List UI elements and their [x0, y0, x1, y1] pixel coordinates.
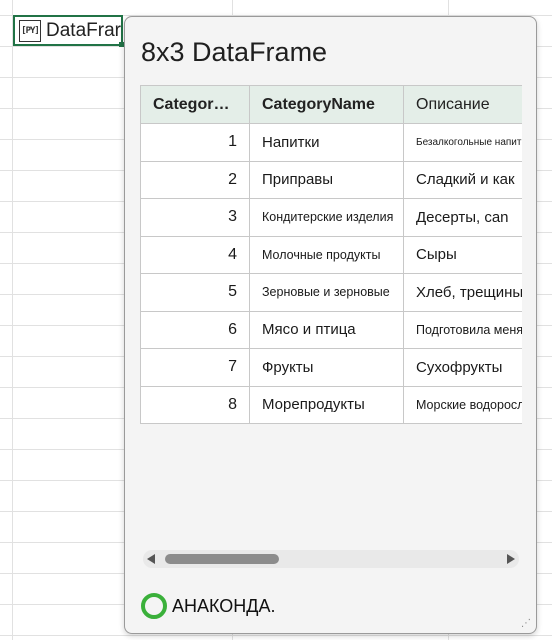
grid-column-line	[12, 0, 13, 640]
table-row: 5 Зерновые и зерновые Хлеб, трещины	[140, 273, 522, 312]
cell-desc: Сыры	[403, 235, 522, 274]
scrollbar-thumb[interactable]	[165, 554, 279, 564]
cell-name: Морепродукты	[249, 385, 404, 424]
cell-desc: Сухофрукты	[403, 348, 522, 387]
table-row: 8 Морепродукты Морские водоросли и	[140, 385, 522, 424]
table-row: 2 Приправы Сладкий и как	[140, 160, 522, 199]
cell-id: 2	[140, 160, 250, 199]
card-footer: АНАКОНДА.	[141, 593, 276, 619]
cell-id: 7	[140, 348, 250, 387]
scroll-left-icon[interactable]	[147, 554, 155, 564]
scroll-right-icon[interactable]	[507, 554, 515, 564]
cell-desc: Десерты, can	[403, 198, 522, 237]
cell-name: Молочные продукты	[249, 235, 404, 274]
cell-name: Фрукты	[249, 348, 404, 387]
cell-value: DataFrar	[46, 19, 121, 41]
cell-desc: Сладкий и как	[403, 160, 522, 199]
column-header-category-id[interactable]: Categor…	[140, 85, 250, 124]
dataframe-table: Categor… CategoryName Описание 1 Напитки…	[140, 85, 522, 424]
cell-id: 1	[140, 123, 250, 162]
dataframe-card: 8x3 DataFrame Categor… CategoryName Опис…	[124, 16, 537, 634]
card-title: 8x3 DataFrame	[141, 37, 328, 67]
table-row: 1 Напитки Безалкогольные напитки, с	[140, 123, 522, 162]
resize-grip-icon[interactable]: ⋰	[521, 618, 531, 629]
cell-id: 3	[140, 198, 250, 237]
cell-desc: Подготовила меня;	[403, 310, 522, 349]
python-icon[interactable]: [PY]	[19, 19, 41, 42]
table-row: 3 Кондитерские изделия Десерты, can	[140, 198, 522, 237]
selected-cell[interactable]: [PY] DataFrar	[13, 15, 123, 46]
cell-name: Мясо и птица	[249, 310, 404, 349]
cell-id: 5	[140, 273, 250, 312]
anaconda-icon	[141, 593, 167, 619]
footer-label: АНАКОНДА.	[172, 595, 276, 616]
table-row: 4 Молочные продукты Сыры	[140, 235, 522, 274]
table-header-row: Categor… CategoryName Описание	[140, 85, 522, 124]
cell-id: 6	[140, 310, 250, 349]
grid-row-line	[0, 635, 552, 636]
dataframe-table-viewport[interactable]: Categor… CategoryName Описание 1 Напитки…	[140, 85, 522, 440]
cell-name: Кондитерские изделия	[249, 198, 404, 237]
cell-id: 4	[140, 235, 250, 274]
horizontal-scrollbar[interactable]	[143, 550, 519, 568]
table-row: 7 Фрукты Сухофрукты	[140, 348, 522, 387]
column-header-category-name[interactable]: CategoryName	[249, 85, 404, 124]
cell-name: Зерновые и зерновые	[249, 273, 404, 312]
cell-name: Приправы	[249, 160, 404, 199]
column-header-description[interactable]: Описание	[403, 85, 522, 124]
cell-desc: Безалкогольные напитки, с	[403, 123, 522, 162]
cell-name: Напитки	[249, 123, 404, 162]
table-row: 6 Мясо и птица Подготовила меня;	[140, 310, 522, 349]
cell-desc: Морские водоросли и	[403, 385, 522, 424]
cell-id: 8	[140, 385, 250, 424]
cell-desc: Хлеб, трещины	[403, 273, 522, 312]
